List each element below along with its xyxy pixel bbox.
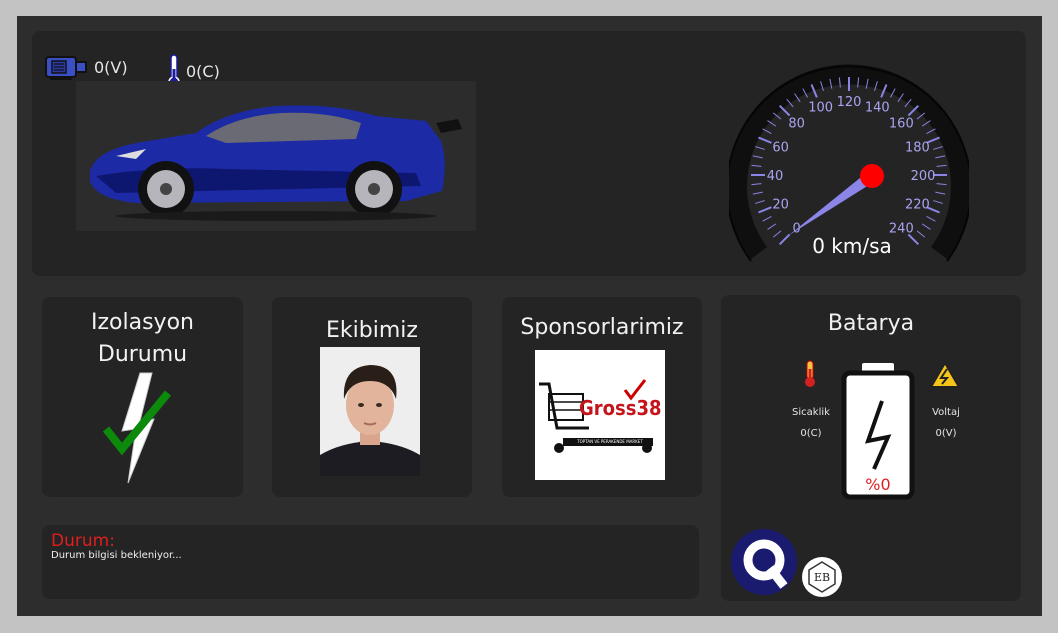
eb-logo: EB — [802, 557, 842, 597]
gauge-tick — [752, 155, 763, 159]
battery-voltage-value: 0(V) — [935, 428, 957, 439]
status-panel: Durum: Durum bilgisi bekleniyor... — [42, 525, 699, 599]
battery-panel: Batarya Sicaklik 0(C) %0 Voltaj 0(V) EB — [721, 295, 1021, 601]
gauge-tick-label: 120 — [837, 95, 862, 110]
gauge-tick — [916, 230, 926, 238]
isolation-ok-icon — [102, 372, 172, 484]
gauge-tick — [762, 216, 772, 222]
battery-charge: %0 — [865, 475, 891, 494]
gauge-tick-label: 140 — [865, 101, 890, 116]
team-member-photo — [320, 347, 420, 476]
gauge-tick-label: 60 — [772, 141, 789, 156]
gauge-tick — [935, 191, 946, 195]
needle-hub — [860, 164, 884, 188]
battery-voltage-label: Voltaj — [932, 407, 960, 418]
gauge-tick — [772, 230, 782, 238]
gauge-tick — [921, 223, 931, 230]
eb-logo-text: EB — [814, 571, 830, 584]
gauge-tick-label: 80 — [788, 117, 805, 132]
gauge-tick-label: 40 — [767, 169, 784, 184]
motor-temp-value: 0(C) — [186, 61, 220, 81]
status-text: Durum bilgisi bekleniyor... — [51, 550, 182, 561]
gauge-tick — [926, 216, 936, 222]
gauge-tick — [751, 164, 762, 167]
gauge-tick — [926, 128, 936, 134]
sponsor-logo-tagline: TOPTAN VE PERAKENDE MARKET — [577, 439, 643, 444]
battery-temp-label: Sicaklik — [792, 407, 830, 418]
sponsor-logo: Gross38 TOPTAN VE PERAKENDE MARKET — [535, 350, 665, 480]
motor-icon — [45, 56, 87, 80]
gauge-tick-label: 160 — [889, 117, 914, 132]
sponsors-panel: Sponsorlarimiz Gross38 TOPTAN VE PERAKEN… — [502, 297, 702, 497]
gauge-tick — [755, 146, 765, 150]
gauge-tick — [935, 155, 946, 159]
gauge-tick-label: 0 — [793, 221, 801, 236]
isolation-title-line2: Durumu — [97, 342, 188, 367]
isolation-panel: Izolasyon Durumu — [42, 297, 243, 497]
gauge-tick — [758, 206, 772, 214]
gauge-tick — [933, 146, 943, 150]
speedometer: 0 20 40 60 80100 120 140160 180 200 220 240 0 km/s… — [729, 64, 969, 262]
sponsor-logo-number: 38 — [636, 396, 662, 420]
gauge-tick — [767, 223, 777, 230]
gauge-tick-label: 100 — [808, 101, 833, 116]
team-panel: Ekibimiz — [272, 297, 472, 497]
gauge-tick — [936, 183, 947, 186]
gauge-tick — [778, 233, 791, 246]
gauge-tick-label: 200 — [911, 169, 936, 184]
gauge-tick — [751, 183, 762, 186]
gauge-tick — [752, 191, 763, 195]
motor-voltage-value: 0(V) — [94, 57, 128, 77]
gauge-tick — [936, 164, 947, 167]
dashboard: 0(V) 0(C) 0 20 40 60 80 100 120 140 160 … — [17, 16, 1042, 616]
gauge-tick — [758, 136, 772, 144]
top-panel: 0(V) 0(C) 0 20 40 60 80 100 120 140 160 … — [32, 31, 1026, 276]
sponsor-logo-text: Gross — [579, 396, 637, 420]
battery-title: Batarya — [827, 311, 915, 336]
gauge-tick-label: 20 — [772, 197, 789, 212]
gauge-tick — [755, 200, 765, 204]
gauge-tick — [933, 200, 943, 204]
battery-temp-icon — [805, 360, 815, 387]
team-title: Ekibimiz — [326, 318, 418, 343]
gauge-tick-label: 240 — [889, 221, 914, 236]
speed-readout: 0 km/sa — [812, 234, 892, 258]
sponsors-title: Sponsorlarimiz — [520, 315, 684, 340]
motor-voltage-stat: 0(V) — [44, 53, 128, 81]
high-voltage-warning-icon — [929, 361, 961, 388]
car-image — [76, 81, 476, 231]
isolation-title-line1: Izolasyon — [91, 310, 194, 335]
gauge-tick-label: 180 — [905, 141, 930, 156]
q-logo — [731, 529, 797, 595]
status-label: Durum: — [51, 531, 115, 551]
gauge-tick — [762, 128, 772, 134]
gauge-tick-label: 220 — [905, 197, 930, 212]
battery-temp-value: 0(C) — [800, 428, 822, 439]
car-illustration — [90, 105, 462, 221]
